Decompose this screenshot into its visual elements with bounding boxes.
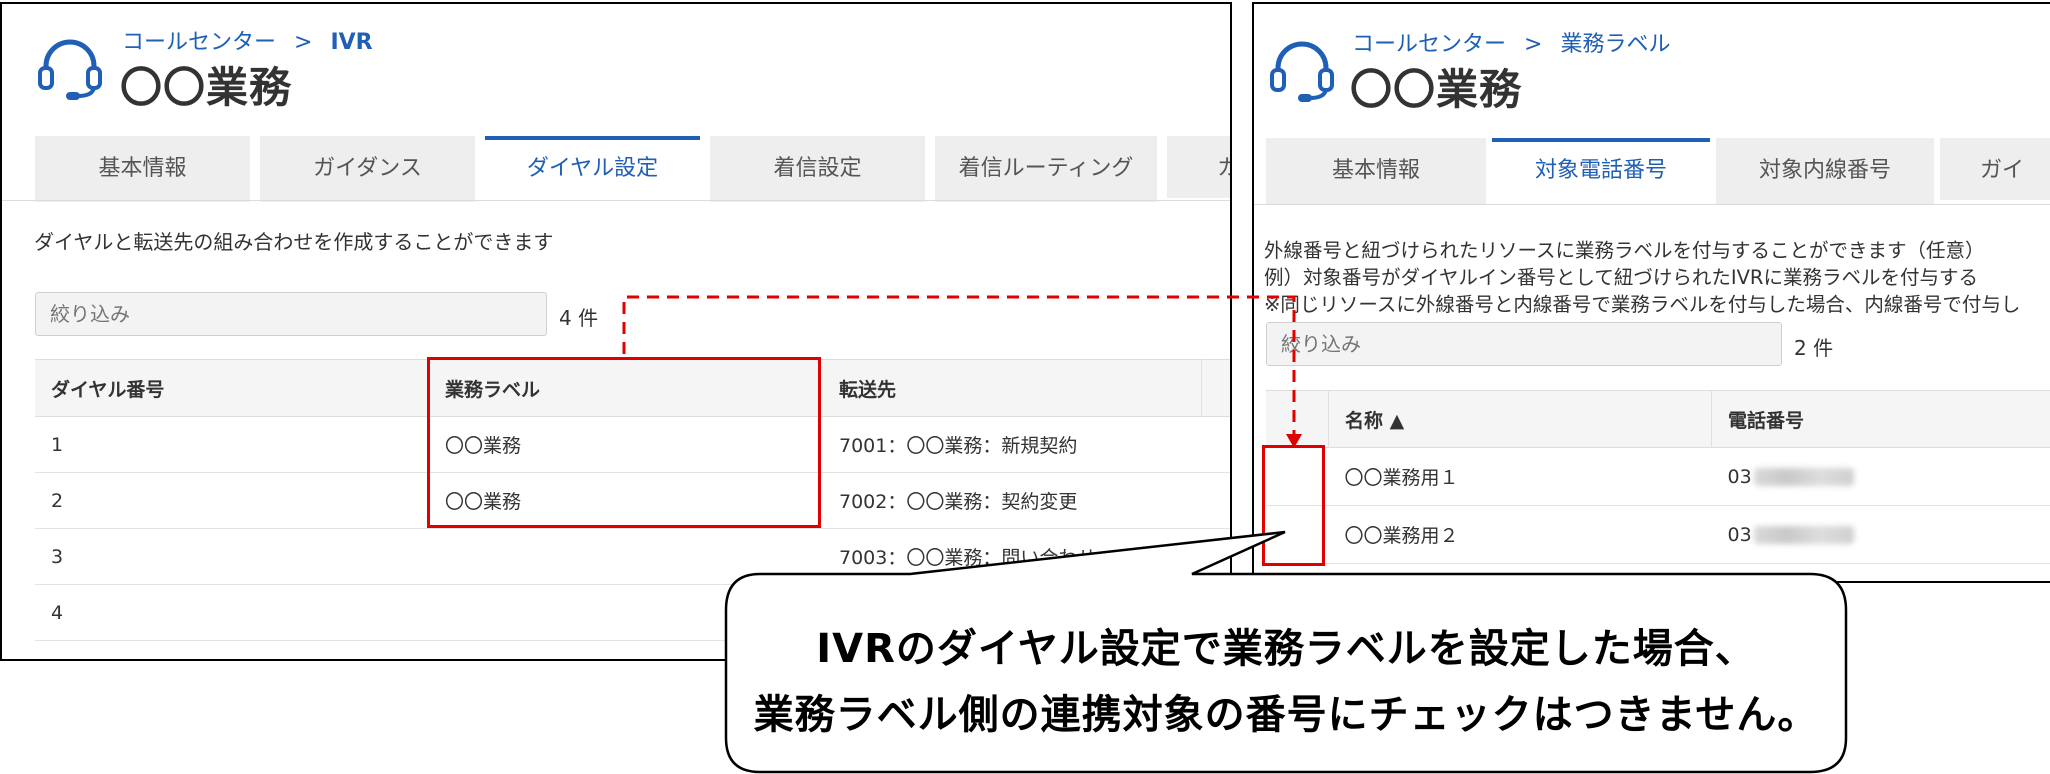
ivr-panel: コールセンター > IVR 〇〇業務 基本情報 ガイダンス ダイヤル設定 着信設定 … [0,2,1232,661]
cell-dial-number: 3 [35,528,429,585]
cell-destination: 7002：〇〇業務：契約変更 [823,472,1202,529]
cell-destination: 7003：〇〇業務：問い合わせ [823,528,1202,585]
breadcrumb-root-link[interactable]: コールセンター [122,30,276,55]
cell-dial-number: 4 [35,584,429,641]
tab-incoming-routing[interactable]: 着信ルーティング [935,136,1157,202]
result-count: 4 件 [559,306,599,330]
tab-target-extension-numbers[interactable]: 対象内線番号 [1716,138,1934,204]
cell-name: 〇〇業務用２ [1328,505,1712,564]
column-header-phone-number[interactable]: 電話番号 [1711,390,2050,448]
breadcrumb-separator: > [1524,32,1543,57]
redacted-phone-digits [1753,468,1854,486]
breadcrumb-root-link[interactable]: コールセンター [1352,32,1506,57]
result-count: 2 件 [1794,336,1834,360]
callout-line-1: IVRのダイヤル設定で業務ラベルを設定した場合、 [816,626,1756,672]
filter-input[interactable] [1266,322,1782,366]
page-title: 〇〇業務 [1350,65,1523,114]
phone-prefix: 03 [1727,465,1752,488]
tab-dial-settings[interactable]: ダイヤル設定 [485,136,700,202]
cell-business-label [429,528,823,585]
page-title: 〇〇業務 [120,63,293,112]
table-row[interactable]: 3 7003：〇〇業務：問い合わせ [35,528,1230,585]
phone-prefix: 03 [1727,523,1752,546]
description-line: 例）対象番号がダイヤルイン番号として紐づけられたIVRに業務ラベルを付与する [1264,266,1978,289]
column-header-checkbox[interactable] [1266,390,1329,448]
description-line: 外線番号と紐づけられたリソースに業務ラベルを付与することができます（任意） [1264,239,1985,262]
tab-basic-info[interactable]: 基本情報 [1266,138,1486,204]
description-line: ※同じリソースに外線番号と内線番号で業務ラベルを付与した場合、内線番号で付与し [1264,293,2021,316]
cell-name: 〇〇業務用１ [1328,447,1712,506]
column-header-dial-number[interactable]: ダイヤル番号 [35,359,429,417]
cell-phone-number: 03 [1711,447,2050,506]
tab-bar: 基本情報 ガイダンス ダイヤル設定 着信設定 着信ルーティング カ [2,136,1230,202]
cell-extra [1201,528,1230,585]
tab-divider [1254,204,2050,205]
breadcrumb-current: 業務ラベル [1560,32,1671,57]
headset-icon [1270,41,1334,102]
checkbox-column-highlight-box [1262,445,1325,566]
business-label-highlight-box [427,357,821,528]
callout-line-2: 業務ラベル側の連携対象の番号にチェックはつきません。 [753,692,1819,738]
tab-divider [2,200,1230,201]
redacted-phone-digits [1753,526,1854,544]
tab-basic-info[interactable]: 基本情報 [35,136,250,202]
tab-incoming-settings[interactable]: 着信設定 [710,136,925,202]
column-header-name[interactable]: 名称 ▲ [1328,390,1712,448]
tab-bar: 基本情報 対象電話番号 対象内線番号 ガイ [1254,138,2050,204]
headset-icon [38,39,102,100]
breadcrumb: コールセンター > IVR [122,24,373,56]
cell-dial-number: 2 [35,472,429,529]
table-row[interactable]: 〇〇業務用１ 03 [1266,447,2050,506]
tab-guidance[interactable]: ガイダンス [260,136,475,202]
cell-destination: 7001：〇〇業務：新規契約 [823,416,1202,473]
table-header-row: 名称 ▲ 電話番号 [1266,390,2050,448]
cell-extra [1201,472,1230,529]
tab-truncated[interactable]: ガイ [1940,138,2050,200]
breadcrumb-separator: > [294,30,313,55]
breadcrumb-current: IVR [330,30,373,55]
cell-extra [1201,416,1230,473]
cell-dial-number: 1 [35,416,429,473]
business-label-panel: コールセンター > 業務ラベル 〇〇業務 基本情報 対象電話番号 対象内線番号 ガイ… [1252,2,2050,583]
tab-target-phone-numbers[interactable]: 対象電話番号 [1492,138,1710,204]
phone-number-table: 名称 ▲ 電話番号 〇〇業務用１ 03 〇〇業務用２ 03 [1266,390,2050,564]
page-description: ダイヤルと転送先の組み合わせを作成することができます [34,230,554,254]
column-header-extra [1201,359,1230,417]
tab-truncated[interactable]: カ [1167,136,1230,198]
column-header-destination[interactable]: 転送先 [823,359,1202,417]
table-row[interactable]: 〇〇業務用２ 03 [1266,505,2050,564]
filter-input[interactable] [35,292,547,336]
breadcrumb: コールセンター > 業務ラベル [1352,26,1670,58]
cell-phone-number: 03 [1711,505,2050,564]
